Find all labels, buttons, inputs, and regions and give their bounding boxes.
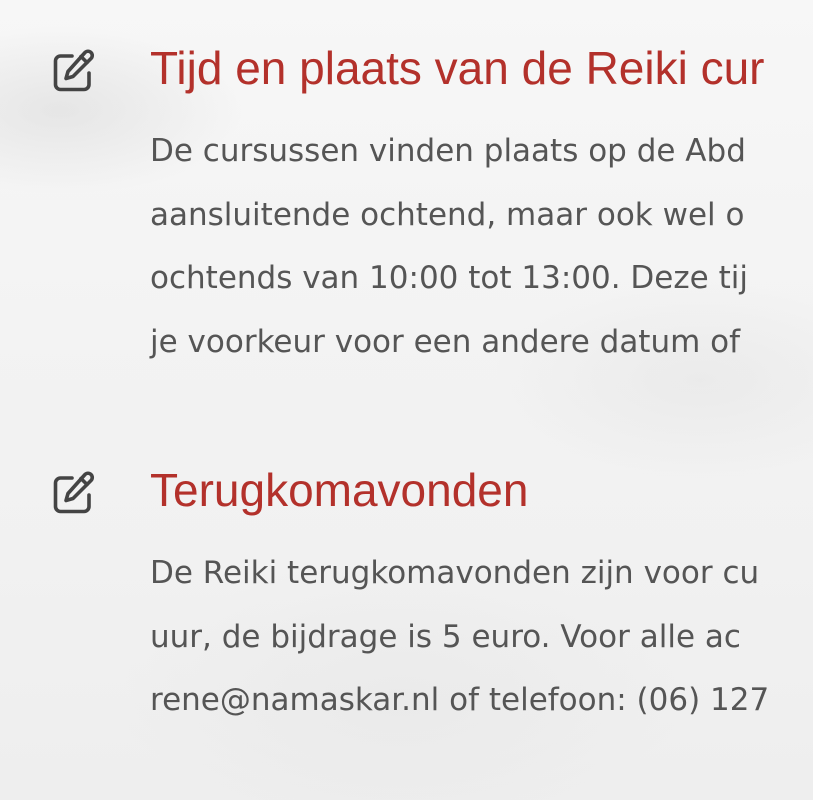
body-line: De Reiki terugkomavonden zijn voor cu xyxy=(150,555,760,591)
body-line: rene@namaskar.nl of telefoon: (06) 127 xyxy=(150,682,770,718)
body-line: ochtends van 10:00 tot 13:00. Deze tij xyxy=(150,260,748,296)
section-body: De Reiki terugkomavonden zijn voor cu uu… xyxy=(150,542,769,733)
body-line: De cursussen vinden plaats op de Abd xyxy=(150,133,746,169)
edit-icon xyxy=(51,468,99,516)
section-title: Terugkomavonden xyxy=(150,464,529,516)
body-line: aansluitende ochtend, maar ook wel o xyxy=(150,196,745,233)
section-title: Tijd en plaats van de Reiki cur xyxy=(150,42,765,94)
body-line: je voorkeur voor een andere datum of xyxy=(150,323,741,360)
section-body: De cursussen vinden plaats op de Abd aan… xyxy=(150,120,748,374)
body-line: uur, de bijdrage is 5 euro. Voor alle ac xyxy=(150,618,741,655)
edit-icon xyxy=(51,46,99,94)
